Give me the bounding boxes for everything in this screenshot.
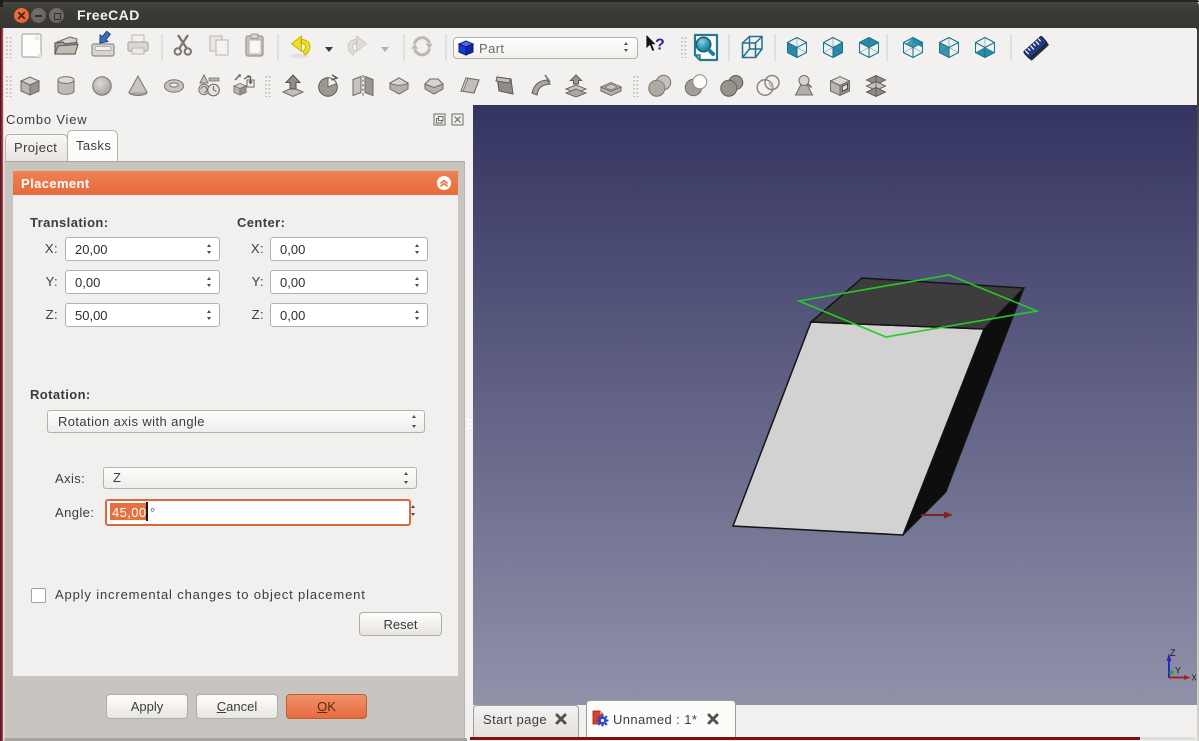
svg-text:?: ? bbox=[655, 37, 665, 54]
svg-text:Z: Z bbox=[1170, 648, 1176, 658]
svg-text:Y: Y bbox=[1175, 666, 1181, 676]
svg-text:X: X bbox=[1192, 674, 1197, 683]
